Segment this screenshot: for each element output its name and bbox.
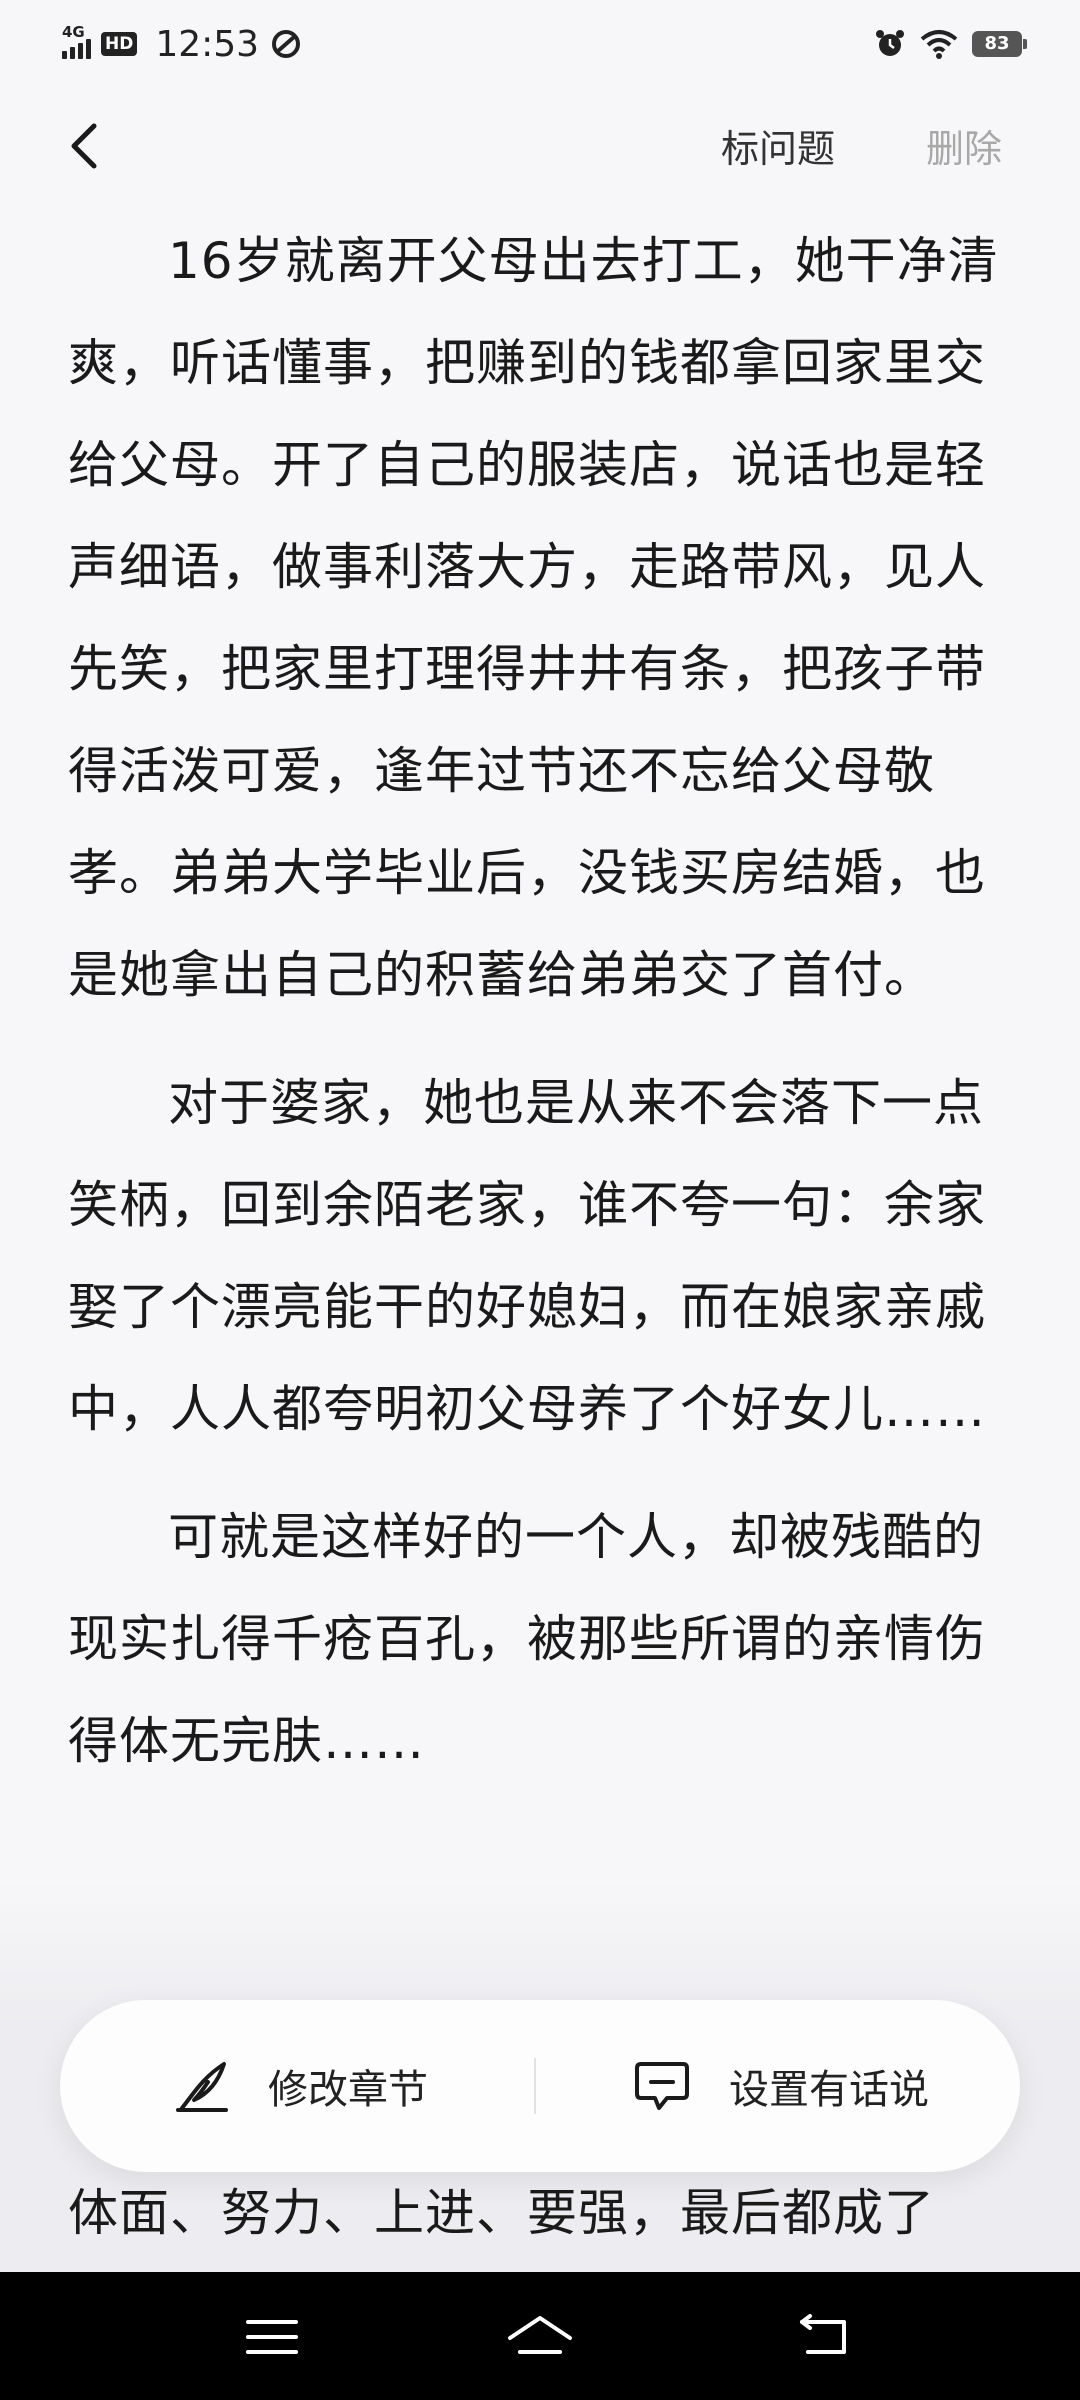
chapter-action-bar: 修改章节 设置有话说 <box>60 2000 1020 2172</box>
paragraph: 对于婆家，她也是从来不会落下一点笑柄，回到余陌老家，谁不夸一句：余家娶了个漂亮能… <box>68 1074 986 1438</box>
wifi-icon <box>920 30 958 59</box>
alarm-icon <box>876 30 904 56</box>
partial-paragraph: 体面、努力、上进、要强，最后都成了 <box>68 2184 935 2242</box>
status-time: 12:53 <box>155 23 260 65</box>
status-right: 83 <box>874 24 1027 64</box>
signal-icon: 4G <box>62 23 91 59</box>
menu-icon[interactable] <box>232 2302 312 2372</box>
author-note-button[interactable]: 设置有话说 <box>540 2000 1020 2172</box>
chapter-content: 16岁就离开父母出去打工，她干净清爽，听话懂事，把赚到的钱都拿回家里交给父母。开… <box>68 210 1018 1818</box>
delete-button[interactable]: 删除 <box>926 118 1002 173</box>
divider <box>534 2058 536 2114</box>
network-type: 4G <box>62 23 85 41</box>
author-note-label: 设置有话说 <box>729 2067 929 2113</box>
hd-icon: HD <box>101 32 138 56</box>
status-bar: 4G HD 12:53 83 <box>0 0 1080 90</box>
status-left: 4G HD 12:53 <box>62 22 303 66</box>
quill-pen-icon <box>176 2062 228 2112</box>
battery-icon: 83 <box>972 31 1027 57</box>
comment-bubble-icon <box>635 2062 689 2110</box>
paragraph: 可就是这样好的一个人，却被残酷的现实扎得千疮百孔，被那些所谓的亲情伤得体无完肤…… <box>68 1508 986 1770</box>
edit-chapter-label: 修改章节 <box>268 2067 428 2113</box>
sync-icon <box>272 30 301 58</box>
back-chevron-icon[interactable] <box>60 118 110 174</box>
paragraph: 16岁就离开父母出去打工，她干净清爽，听话懂事，把赚到的钱都拿回家里交给父母。开… <box>68 232 999 1004</box>
system-nav-bar <box>0 2272 1080 2400</box>
top-bar: 标问题 删除 <box>0 100 1080 190</box>
back-icon[interactable] <box>784 2302 864 2372</box>
edit-chapter-button[interactable]: 修改章节 <box>60 2000 540 2172</box>
home-icon[interactable] <box>500 2302 580 2372</box>
mark-issue-button[interactable]: 标问题 <box>721 118 835 173</box>
